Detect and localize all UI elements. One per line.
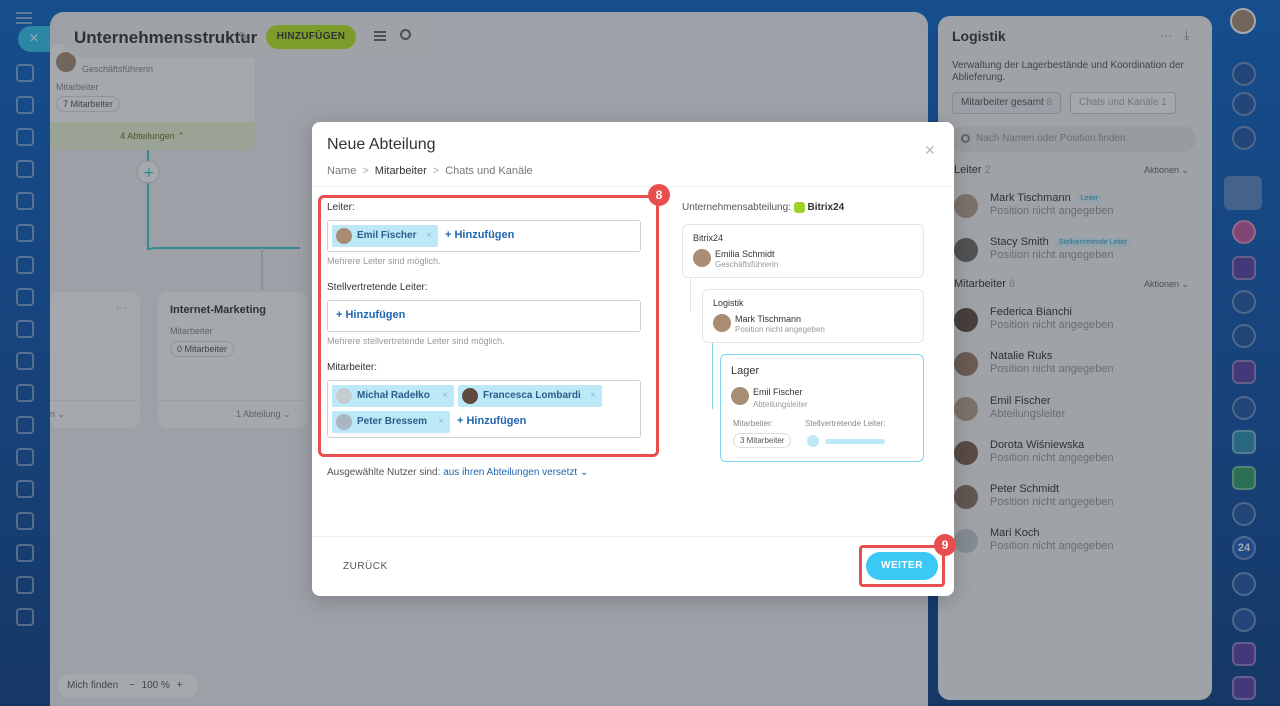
node-name: Bitrix24 [693, 233, 724, 243]
node-role: Position nicht angegeben [735, 325, 825, 334]
placeholder-bar [825, 439, 885, 444]
step-chats[interactable]: Chats und Kanäle [445, 165, 532, 177]
highlight-step-8 [318, 195, 659, 457]
back-button[interactable]: ZURÜCK [343, 561, 388, 572]
tree-line [690, 278, 691, 312]
step-name[interactable]: Name [327, 165, 356, 177]
node-staff-label: Mitarbeiter: [733, 419, 774, 428]
node-person: Emilia Schmidt [715, 249, 775, 259]
node-role: Geschäftsführerin [715, 260, 779, 269]
tree-preview-header: Unternehmensabteilung: Bitrix24 [682, 202, 844, 213]
node-person: Mark Tischmann [735, 314, 802, 324]
tree-node-level1: Logistik Mark Tischmann Position nicht a… [702, 289, 924, 343]
step-separator: > [432, 165, 440, 177]
avatar [731, 387, 749, 405]
node-person: Emil Fischer [753, 387, 803, 397]
wizard-steps: Name > Mitarbeiter > Chats und Kanäle [327, 165, 533, 177]
move-note: Ausgewählte Nutzer sind: aus ihren Abtei… [327, 467, 588, 478]
avatar [713, 314, 731, 332]
tree-node-new: Lager Emil Fischer Abteilungsleiter Mita… [720, 354, 924, 462]
tree-node-root: Bitrix24 Emilia Schmidt Geschäftsführeri… [682, 224, 924, 278]
tree-head-prefix: Unternehmensabteilung: [682, 202, 791, 214]
node-name: Logistik [713, 298, 744, 308]
chevron-down-icon: ⌄ [579, 467, 589, 478]
step-staff[interactable]: Mitarbeiter [375, 165, 427, 177]
tree-head-name: Bitrix24 [807, 202, 845, 214]
avatar [693, 249, 711, 267]
tree-line [712, 343, 713, 409]
step-badge-9: 9 [934, 534, 956, 556]
node-staff-pill: 3 Mitarbeiter [733, 433, 792, 448]
node-name: Lager [731, 365, 760, 377]
node-deputy-label: Stellvertretende Leiter: [805, 419, 886, 428]
move-prefix: Ausgewählte Nutzer sind: [327, 467, 441, 478]
step-separator: > [362, 165, 369, 177]
close-icon[interactable]: ✕ [924, 142, 936, 159]
dialog-title: Neue Abteilung [327, 136, 436, 153]
node-role: Abteilungsleiter [753, 400, 808, 409]
step-badge-8: 8 [648, 184, 670, 206]
company-icon [793, 202, 805, 213]
placeholder-avatar [807, 435, 819, 447]
divider [312, 536, 954, 537]
divider [312, 186, 954, 187]
move-mode-dropdown[interactable]: aus ihren Abteilungen versetzt [443, 467, 577, 478]
highlight-step-9 [859, 545, 945, 587]
